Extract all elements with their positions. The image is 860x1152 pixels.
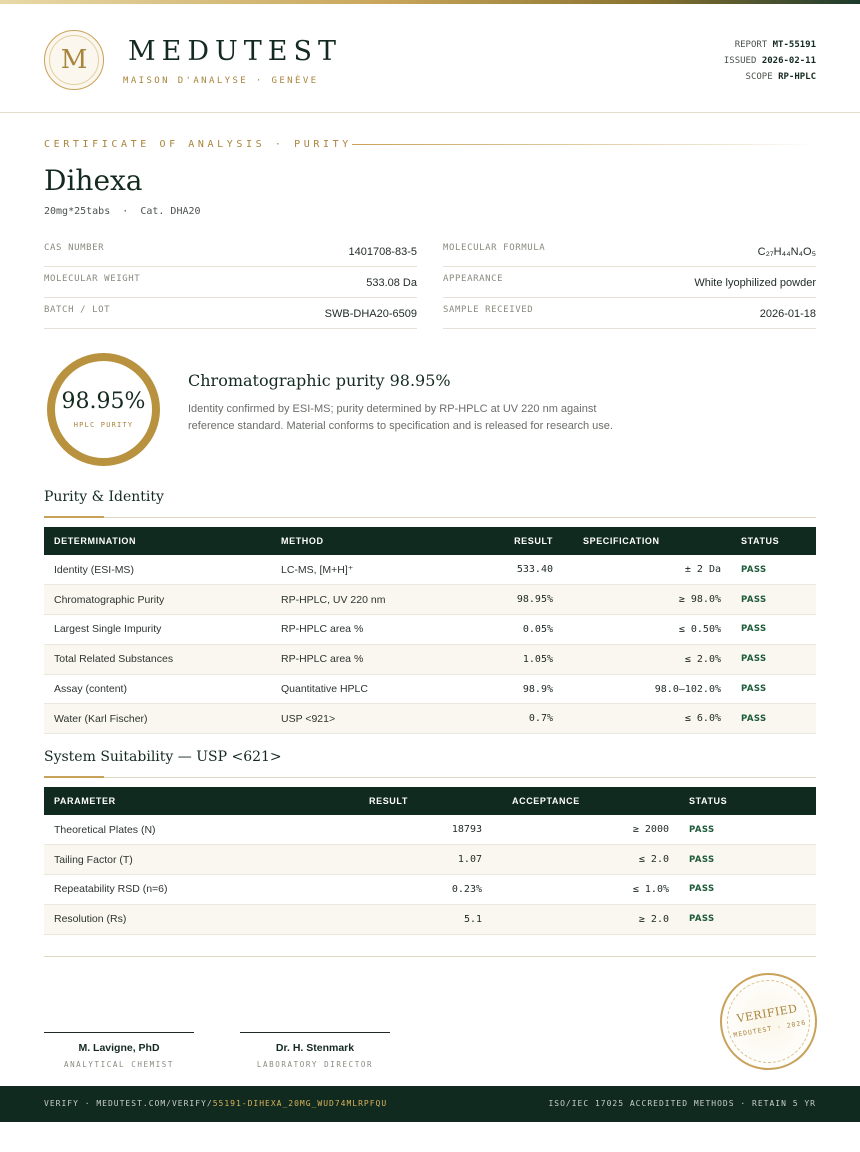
section-rule xyxy=(44,517,816,518)
purity-title: Chromatographic purity 98.95% xyxy=(188,371,451,390)
signature-name: Dr. H. Stenmark xyxy=(275,1042,355,1054)
table-row: Total Related Substances RP-HPLC area % … xyxy=(44,644,816,675)
status-badge: PASS xyxy=(679,815,816,846)
brand-tagline: MAISON D'ANALYSE · GENÈVE xyxy=(123,76,319,86)
col-specification: SPECIFICATION xyxy=(563,527,731,555)
signature-chemist: M. Lavigne, PhD ANALYTICAL CHEMIST xyxy=(44,1032,194,1069)
info-molecular-weight: MOLECULAR WEIGHT 533.08 Da xyxy=(44,267,417,298)
purity-label: HPLC PURITY xyxy=(73,421,134,429)
issued-date: 2026-02-11 xyxy=(761,56,816,66)
table-row: Theoretical Plates (N) 18793 ≥ 2000 PASS xyxy=(44,815,816,846)
issued-line: ISSUED 2026-02-11 xyxy=(723,56,816,66)
purity-identity-table: DETERMINATION METHOD RESULT SPECIFICATIO… xyxy=(44,527,816,735)
verify-code: 55191-DIHEXA_20MG_WUD74MLRPFQU xyxy=(212,1099,388,1108)
col-determination: DETERMINATION xyxy=(44,527,271,555)
table-row: Assay (content) Quantitative HPLC 98.9% … xyxy=(44,674,816,705)
stamp-main-text: VERIFIED xyxy=(735,1001,799,1026)
status-badge: PASS xyxy=(731,614,816,645)
col-result: RESULT xyxy=(309,787,492,815)
table-row: Chromatographic Purity RP-HPLC, UV 220 n… xyxy=(44,584,816,616)
brand-name: MEDUTEST xyxy=(128,36,342,67)
status-badge: PASS xyxy=(731,674,816,705)
info-cas-number: CAS NUMBER 1401708-83-5 xyxy=(44,236,417,267)
col-parameter: PARAMETER xyxy=(44,787,309,815)
logo-letter: M xyxy=(60,45,88,75)
report-id-line: REPORT MT-55191 xyxy=(734,40,816,50)
section-accent xyxy=(44,776,104,778)
info-sample-received: SAMPLE RECEIVED 2026-01-18 xyxy=(443,298,816,329)
col-method: METHOD xyxy=(271,527,441,555)
purity-description: Identity confirmed by ESI-MS; purity det… xyxy=(188,403,613,432)
header: M MEDUTEST MAISON D'ANALYSE · GENÈVE REP… xyxy=(0,4,860,113)
table-row: Resolution (Rs) 5.1 ≥ 2.0 PASS xyxy=(44,904,816,935)
report-id: MT-55191 xyxy=(772,40,816,50)
info-molecular-formula: MOLECULAR FORMULA C₂₇H₄₄N₄O₅ xyxy=(443,236,816,267)
table-header-row: DETERMINATION METHOD RESULT SPECIFICATIO… xyxy=(44,527,816,555)
product-subtitle: 20mg*25tabs · Cat. DHA20 xyxy=(44,206,201,217)
section-title-system-suitability: System Suitability — USP <621> xyxy=(44,749,282,765)
purity-ring: 98.95% HPLC PURITY xyxy=(47,353,160,466)
col-acceptance: ACCEPTANCE xyxy=(492,787,679,815)
signature-director: Dr. H. Stenmark LABORATORY DIRECTOR xyxy=(240,1032,390,1069)
product-name: Dihexa xyxy=(44,164,143,197)
status-badge: PASS xyxy=(679,844,816,876)
col-result: RESULT xyxy=(441,527,563,555)
col-status: STATUS xyxy=(679,787,816,815)
eyebrow-divider xyxy=(352,144,816,145)
table-row: Tailing Factor (T) 1.07 ≤ 2.0 PASS xyxy=(44,844,816,876)
system-suitability-table: PARAMETER RESULT ACCEPTANCE STATUS Theor… xyxy=(44,787,816,935)
section-accent xyxy=(44,516,104,518)
col-status: STATUS xyxy=(731,527,816,555)
status-badge: PASS xyxy=(731,584,816,616)
footer: VERIFY · MEDUTEST.COM/VERIFY/55191-DIHEX… xyxy=(0,1086,860,1122)
status-badge: PASS xyxy=(731,555,816,586)
signature-role: ANALYTICAL CHEMIST xyxy=(63,1060,175,1069)
table-row: Repeatability RSD (n=6) 0.23% ≤ 1.0% PAS… xyxy=(44,874,816,905)
table-row: Identity (ESI-MS) LC-MS, [M+H]⁺ 533.40 ±… xyxy=(44,555,816,586)
info-batch-lot: BATCH / LOT SWB-DHA20-6509 xyxy=(44,298,417,329)
status-badge: PASS xyxy=(679,904,816,935)
table-row: Largest Single Impurity RP-HPLC area % 0… xyxy=(44,614,816,645)
accreditation-note: ISO/IEC 17025 ACCREDITED METHODS · RETAI… xyxy=(548,1099,816,1108)
status-badge: PASS xyxy=(731,644,816,675)
certificate-eyebrow: CERTIFICATE OF ANALYSIS · PURITY xyxy=(44,139,352,150)
scope-line: SCOPE RP-HPLC xyxy=(745,72,816,82)
stamp-sub-text: MEDUTEST · 2026 xyxy=(732,1018,807,1040)
verified-stamp: VERIFIED MEDUTEST · 2026 xyxy=(712,965,825,1078)
purity-value: 98.95% xyxy=(61,389,146,414)
signature-role: LABORATORY DIRECTOR xyxy=(256,1060,374,1069)
table-header-row: PARAMETER RESULT ACCEPTANCE STATUS xyxy=(44,787,816,815)
signature-name: M. Lavigne, PhD xyxy=(78,1042,160,1054)
status-badge: PASS xyxy=(679,874,816,905)
info-appearance: APPEARANCE White lyophilized powder xyxy=(443,267,816,298)
scope-value: RP-HPLC xyxy=(778,72,816,82)
report-meta: REPORT MT-55191 ISSUED 2026-02-11 SCOPE … xyxy=(724,37,816,85)
section-rule xyxy=(44,777,816,778)
verify-link[interactable]: VERIFY · MEDUTEST.COM/VERIFY/55191-DIHEX… xyxy=(44,1099,387,1108)
brand-logo: M xyxy=(44,30,104,90)
signature-divider xyxy=(44,956,816,957)
table-row: Water (Karl Fischer) USP <921> 0.7% ≤ 6.… xyxy=(44,703,816,735)
status-badge: PASS xyxy=(731,703,816,735)
section-title-purity-identity: Purity & Identity xyxy=(44,489,164,505)
